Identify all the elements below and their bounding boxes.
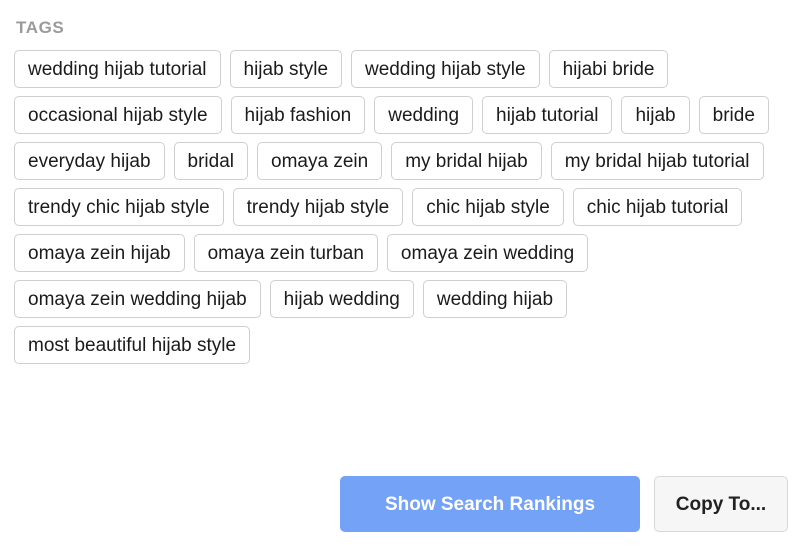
tag-item[interactable]: wedding hijab tutorial <box>14 50 221 88</box>
tag-item[interactable]: chic hijab tutorial <box>573 188 743 226</box>
tag-item[interactable]: omaya zein turban <box>194 234 378 272</box>
copy-to-button[interactable]: Copy To... <box>654 476 788 532</box>
tag-item[interactable]: hijab wedding <box>270 280 414 318</box>
tag-item[interactable]: omaya zein wedding hijab <box>14 280 261 318</box>
section-title-tags: TAGS <box>16 18 788 38</box>
tag-item[interactable]: everyday hijab <box>14 142 165 180</box>
tag-item[interactable]: hijab tutorial <box>482 96 612 134</box>
tag-cloud: wedding hijab tutorialhijab stylewedding… <box>14 50 788 364</box>
tag-item[interactable]: hijab fashion <box>231 96 366 134</box>
tag-item[interactable]: trendy chic hijab style <box>14 188 224 226</box>
tag-item[interactable]: my bridal hijab tutorial <box>551 142 764 180</box>
action-bar: Show Search Rankings Copy To... <box>340 476 788 532</box>
tag-item[interactable]: occasional hijab style <box>14 96 222 134</box>
tag-item[interactable]: hijab style <box>230 50 343 88</box>
tag-item[interactable]: omaya zein hijab <box>14 234 185 272</box>
tag-item[interactable]: bridal <box>174 142 248 180</box>
tag-item[interactable]: most beautiful hijab style <box>14 326 250 364</box>
tag-item[interactable]: hijabi bride <box>549 50 669 88</box>
tag-item[interactable]: bride <box>699 96 769 134</box>
tag-item[interactable]: omaya zein wedding <box>387 234 588 272</box>
tag-item[interactable]: hijab <box>621 96 689 134</box>
tag-item[interactable]: omaya zein <box>257 142 382 180</box>
tags-panel: TAGS wedding hijab tutorialhijab stylewe… <box>0 0 802 552</box>
tag-item[interactable]: chic hijab style <box>412 188 564 226</box>
tag-item[interactable]: my bridal hijab <box>391 142 542 180</box>
tag-item[interactable]: wedding <box>374 96 473 134</box>
show-search-rankings-button[interactable]: Show Search Rankings <box>340 476 640 532</box>
tag-item[interactable]: trendy hijab style <box>233 188 404 226</box>
tag-item[interactable]: wedding hijab <box>423 280 567 318</box>
tag-item[interactable]: wedding hijab style <box>351 50 540 88</box>
